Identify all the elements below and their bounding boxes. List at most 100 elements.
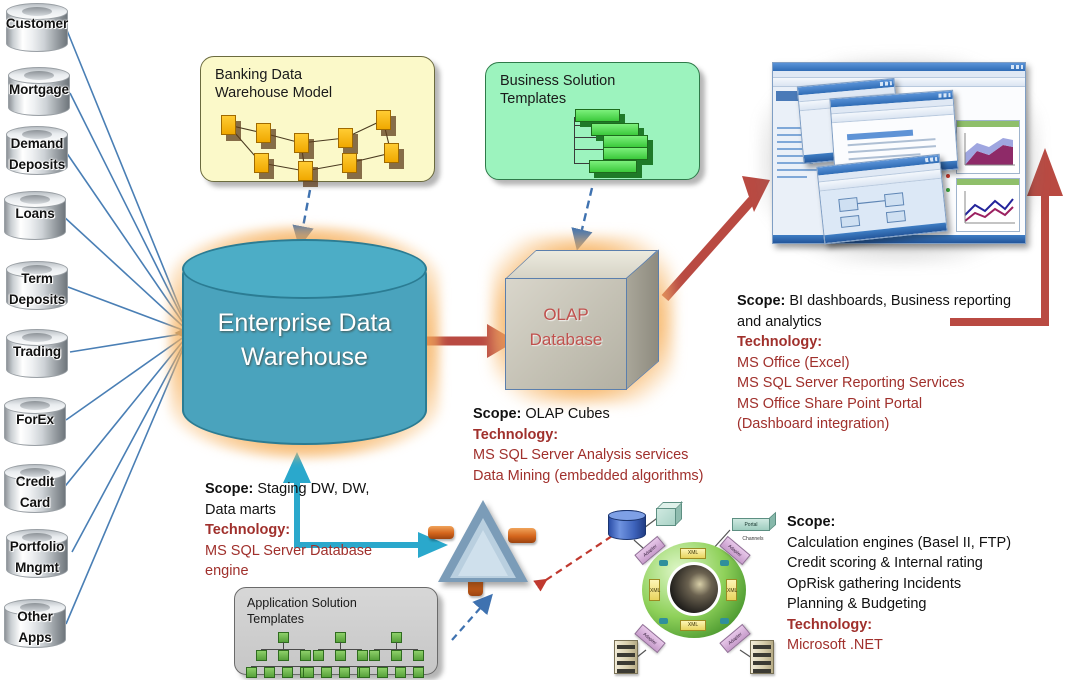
model-node bbox=[342, 153, 357, 173]
esb-port bbox=[720, 618, 729, 624]
scope-line-2: and analytics bbox=[737, 313, 822, 330]
technology-line: MS SQL Server Reporting Services bbox=[737, 375, 965, 391]
olap-label: OLAP Database bbox=[529, 305, 603, 349]
scope-edw-block: Scope: Staging DW, DW, Data marts Techno… bbox=[205, 479, 372, 582]
esb-portal-icon: Portal bbox=[732, 511, 776, 534]
grid-row bbox=[848, 145, 937, 154]
technology-line: MS Office (Excel) bbox=[737, 354, 850, 371]
source-mortgage: Mortgage bbox=[8, 67, 70, 116]
technology-line: engine bbox=[205, 563, 249, 579]
source-label: Demand Deposits bbox=[8, 136, 66, 172]
scope-line: Credit scoring & Internal rating bbox=[787, 555, 983, 571]
application-solution-templates-box: Application Solution Templates bbox=[234, 587, 438, 678]
tree-node bbox=[413, 650, 424, 661]
technology-line: (Dashboard integration) bbox=[737, 416, 890, 432]
esb-server-right bbox=[750, 640, 774, 674]
gantt-branch bbox=[574, 149, 604, 150]
esb-network-diagram: Portal Channels XML XML XML XML Adapter … bbox=[604, 500, 784, 680]
tree-node bbox=[395, 667, 406, 678]
gantt-bar bbox=[603, 147, 648, 160]
source-label: Loans bbox=[15, 206, 55, 221]
xml-chip-top: XML bbox=[680, 548, 706, 559]
technology-line: Data Mining (embedded algorithms) bbox=[473, 467, 704, 484]
status-dot-alert bbox=[945, 174, 950, 178]
tree-node bbox=[359, 667, 370, 678]
title-bar bbox=[773, 63, 1025, 71]
source-label: Credit Card bbox=[15, 474, 55, 510]
olap-database-cube: OLAP Database bbox=[491, 236, 674, 404]
channels-label: Channels bbox=[742, 536, 764, 542]
source-label: Trading bbox=[12, 344, 62, 359]
esb-port bbox=[720, 560, 729, 566]
business-solution-templates-box: Business Solution Templates bbox=[485, 62, 700, 180]
model-node bbox=[298, 161, 313, 181]
gantt-branch bbox=[574, 137, 604, 138]
model-node bbox=[376, 110, 391, 130]
portal-label: Portal bbox=[732, 518, 770, 531]
source-label: Other Apps bbox=[17, 609, 53, 645]
tree-node bbox=[369, 650, 380, 661]
model-node bbox=[294, 133, 309, 153]
technology-key: Technology: bbox=[787, 616, 873, 633]
scope-olap-block: Scope: OLAP Cubes Technology: MS SQL Ser… bbox=[473, 404, 704, 486]
scope-line: Planning & Budgeting bbox=[787, 596, 927, 612]
esb-server-left bbox=[614, 640, 638, 674]
bi-chart-area bbox=[956, 120, 1020, 174]
esb-service-box-icon bbox=[656, 501, 683, 526]
triangle-inner bbox=[458, 530, 508, 576]
technology-key: Technology: bbox=[737, 334, 823, 350]
box-title: Application Solution Templates bbox=[247, 596, 357, 626]
bi-chart-area-2 bbox=[956, 178, 1020, 232]
scope-key: Scope: bbox=[205, 481, 254, 497]
model-node bbox=[221, 115, 236, 135]
source-forex: ForEx bbox=[4, 397, 66, 446]
model-node bbox=[338, 128, 353, 148]
technology-line: MS Office Share Point Portal bbox=[737, 395, 923, 412]
tree-node bbox=[357, 650, 368, 661]
technology-line: Microsoft .NET bbox=[787, 637, 883, 653]
bi-window-overlay-3 bbox=[816, 153, 948, 245]
source-loans: Loans bbox=[4, 191, 66, 240]
esb-port bbox=[659, 560, 668, 566]
architecture-diagram: Customer Mortgage Demand Deposits Loans T… bbox=[0, 0, 1065, 680]
menu-bar bbox=[773, 71, 1025, 78]
source-portfolio-mngmt: Portfolio Mngmt bbox=[6, 529, 68, 578]
integration-server-icon bbox=[428, 498, 538, 598]
source-label: Portfolio Mngmt bbox=[9, 539, 65, 575]
scope-key: Scope: bbox=[473, 406, 522, 422]
esb-port bbox=[659, 618, 668, 624]
scope-key: Scope: bbox=[737, 293, 786, 309]
tree-node bbox=[335, 650, 346, 661]
xml-chip-right: XML bbox=[726, 579, 737, 601]
tree-node bbox=[313, 650, 324, 661]
chart-header bbox=[957, 179, 1019, 185]
tree-node bbox=[391, 650, 402, 661]
technology-line: MS SQL Server Analysis services bbox=[473, 447, 689, 463]
edw-top bbox=[182, 239, 427, 299]
scope-line-2: Data marts bbox=[205, 501, 276, 518]
tree-node bbox=[246, 667, 257, 678]
tree-node bbox=[321, 667, 332, 678]
technology-line: MS SQL Server Database bbox=[205, 542, 373, 559]
technology-key: Technology: bbox=[205, 522, 291, 538]
tree-node bbox=[377, 667, 388, 678]
tree-node bbox=[303, 667, 314, 678]
source-label: Term Deposits bbox=[8, 271, 66, 307]
apptemplates-to-integration-connector bbox=[451, 593, 493, 641]
tree-node bbox=[339, 667, 350, 678]
tree-node bbox=[282, 667, 293, 678]
model-node bbox=[256, 123, 271, 143]
gantt-branch bbox=[574, 163, 590, 164]
technology-key: Technology: bbox=[473, 426, 559, 443]
scope-apps-block: Scope: Calculation engines (Basel II, FT… bbox=[787, 512, 1011, 656]
gantt-bar bbox=[589, 160, 637, 173]
banking-data-warehouse-model-box: Banking Data Warehouse Model bbox=[200, 56, 435, 182]
esb-core bbox=[670, 565, 718, 613]
model-node-links bbox=[227, 119, 392, 172]
line-chart bbox=[964, 191, 1015, 224]
model-node bbox=[254, 153, 269, 173]
xml-chip-left: XML bbox=[649, 579, 660, 601]
area-chart bbox=[964, 133, 1015, 166]
chart-header bbox=[957, 121, 1019, 127]
gantt-branch bbox=[574, 125, 592, 126]
